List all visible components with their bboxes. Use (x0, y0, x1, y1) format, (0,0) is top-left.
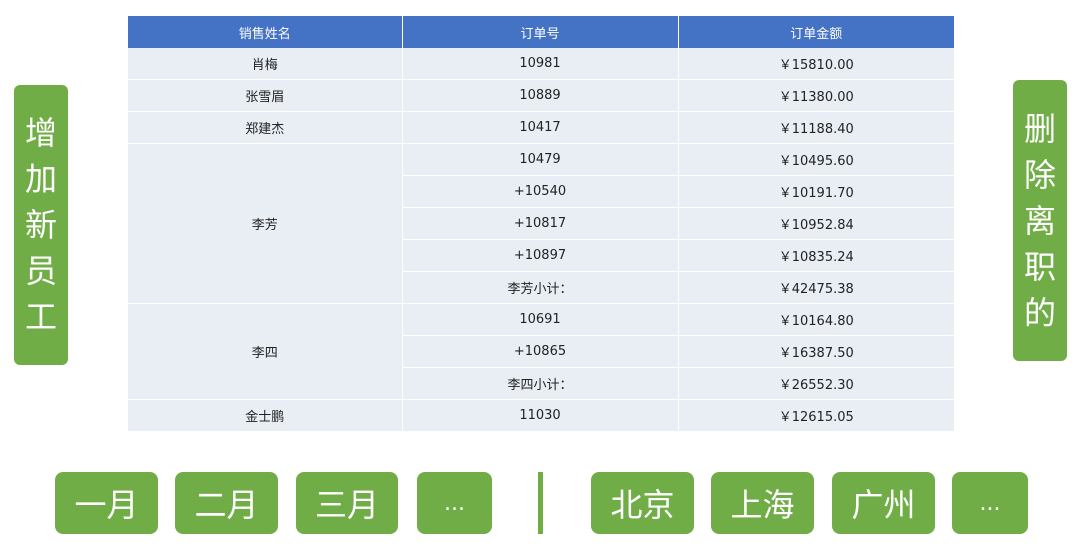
cell-order-amount: ￥16387.50 (678, 335, 954, 368)
cell-order-amount: ￥10495.60 (678, 143, 954, 176)
month-filter-feb[interactable]: 二月 (175, 472, 278, 534)
table-row: 郑建杰 10417 ￥11188.40 (128, 111, 954, 144)
cell-sales-name: 金士鹏 (128, 399, 403, 432)
cell-order-number: 10479 (402, 143, 679, 176)
cell-order-number: 10981 (402, 48, 679, 80)
button-label-char: 工 (24, 298, 57, 336)
cell-order-number: +10897 (402, 239, 679, 272)
city-filter-beijing[interactable]: 北京 (591, 472, 694, 534)
month-filter-jan[interactable]: 一月 (55, 472, 158, 534)
city-filter-more[interactable]: ... (952, 472, 1028, 534)
month-filter-more[interactable]: ... (417, 472, 492, 534)
cell-order-amount: ￥15810.00 (678, 48, 954, 80)
cell-order-amount: ￥10191.70 (678, 175, 954, 208)
cell-sales-name: 郑建杰 (128, 111, 403, 144)
button-label-char: 删 (1023, 109, 1056, 148)
header-sales-name: 销售姓名 (128, 16, 403, 48)
cell-order-amount: ￥10952.84 (678, 207, 954, 240)
cell-order-amount: ￥11188.40 (678, 111, 954, 144)
cell-order-number: 10691 (402, 303, 679, 336)
cell-order-amount: ￥10835.24 (678, 239, 954, 272)
table-row: 肖梅 10981 ￥15810.00 (128, 48, 954, 80)
filter-divider (538, 472, 543, 534)
cell-order-amount: ￥12615.05 (678, 399, 954, 432)
cell-order-number: 10417 (402, 111, 679, 144)
cell-sales-name: 李四 (128, 303, 403, 400)
add-new-employee-button[interactable]: 增加新员工 (14, 85, 68, 365)
city-filter-guangzhou[interactable]: 广州 (832, 472, 935, 534)
table-row: 李芳 10479 ￥10495.60 (128, 143, 954, 304)
table-row: 张雪眉 10889 ￥11380.00 (128, 79, 954, 112)
table-row: 李四 10691 ￥10164.80 (128, 303, 954, 400)
table-header-row: 销售姓名 订单号 订单金额 (128, 16, 954, 48)
cell-sales-name: 肖梅 (128, 48, 403, 80)
cell-order-number: 李四小计： (402, 367, 679, 400)
cell-order-amount: ￥42475.38 (678, 271, 954, 304)
table-body: 肖梅 10981 ￥15810.00 张雪眉 10889 ￥11380.00 郑建杰 1041… (128, 48, 954, 432)
remove-resigned-employee-button[interactable]: 删除离职的 (1013, 80, 1067, 361)
button-label-char: 除 (1023, 155, 1056, 194)
month-filter-mar[interactable]: 三月 (296, 472, 398, 534)
cell-order-amount: ￥26552.30 (678, 367, 954, 400)
cell-order-number: +10540 (402, 175, 679, 208)
cell-sales-name: 李芳 (128, 143, 403, 304)
button-label-char: 加 (24, 160, 57, 198)
cell-order-number: 10889 (402, 79, 679, 112)
cell-order-number: +10817 (402, 207, 679, 240)
button-label-char: 员 (24, 252, 57, 290)
button-label-char: 增 (24, 114, 57, 152)
table-row: 金士鹏 11030 ￥12615.05 (128, 399, 954, 432)
city-filter-shanghai[interactable]: 上海 (711, 472, 814, 534)
cell-order-amount: ￥11380.00 (678, 79, 954, 112)
button-label-char: 的 (1023, 293, 1056, 332)
header-order-number: 订单号 (402, 16, 679, 48)
cell-order-number: 11030 (402, 399, 679, 432)
sales-order-table: 销售姓名 订单号 订单金额 肖梅 10981 ￥15810.00 张雪眉 10889 ￥1… (128, 16, 954, 432)
cell-sales-name: 张雪眉 (128, 79, 403, 112)
cell-order-number: 李芳小计： (402, 271, 679, 304)
button-label-char: 离 (1023, 201, 1056, 240)
cell-order-number: +10865 (402, 335, 679, 368)
header-order-amount: 订单金额 (678, 16, 954, 48)
button-label-char: 新 (24, 206, 57, 244)
button-label-char: 职 (1023, 247, 1056, 286)
cell-order-amount: ￥10164.80 (678, 303, 954, 336)
